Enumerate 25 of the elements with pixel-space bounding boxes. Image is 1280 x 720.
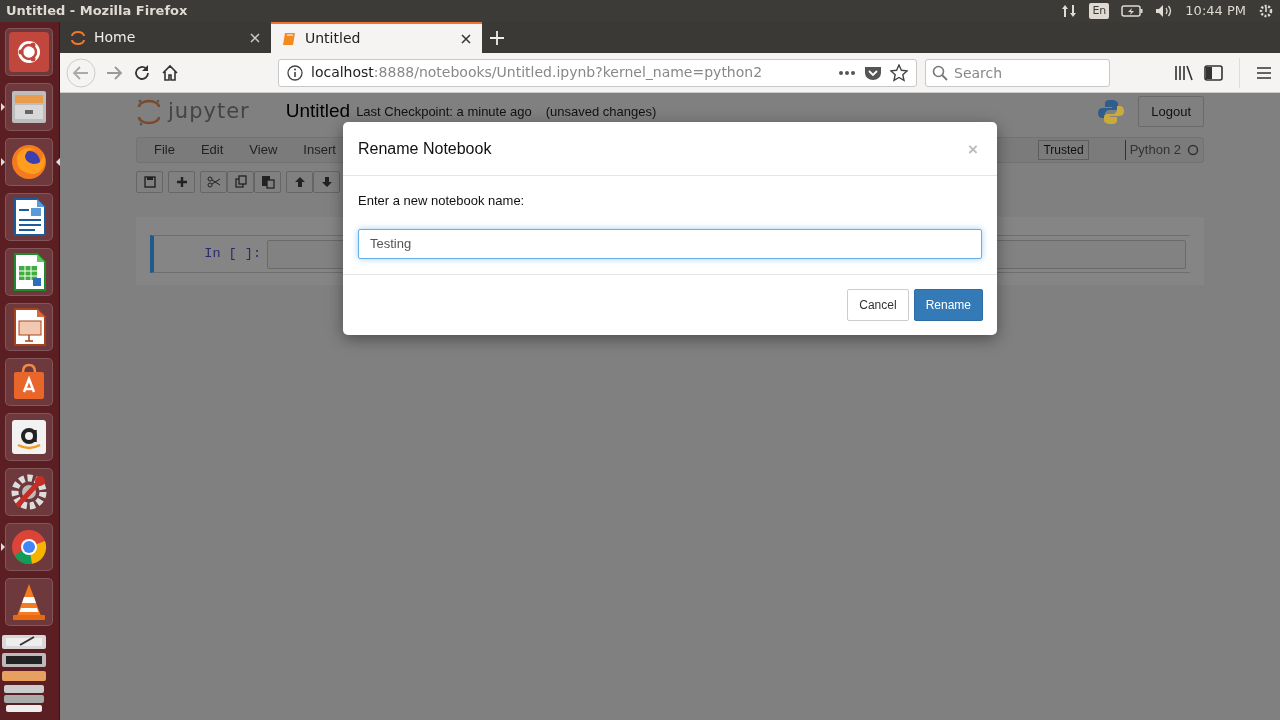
logo-text[interactable]: jupyter — [168, 95, 250, 128]
menu-item[interactable]: Insert — [290, 140, 349, 160]
url-bar[interactable]: localhost:8888/notebooks/Untitled.ipynb?kernel_name=python2 — [278, 58, 917, 87]
trusted-indicator[interactable]: Trusted — [1038, 140, 1089, 160]
menu-item[interactable]: File — [141, 140, 188, 160]
url-text: localhost:8888/notebooks/Untitled.ipynb?kernel_name=python2 — [311, 63, 764, 82]
rename-button[interactable]: Rename — [913, 288, 983, 321]
clock[interactable]: 10:44 PM — [1185, 1, 1246, 21]
keyboard-layout-indicator[interactable]: En — [1089, 2, 1110, 20]
checkpoint-status: Last Checkpoint: a minute ago — [356, 102, 532, 121]
browser-tab[interactable]: Home — [60, 22, 271, 53]
cell-prompt: In [ ]: — [203, 244, 261, 263]
search-field[interactable]: Search — [925, 58, 1110, 87]
save-status: (unsaved changes) — [545, 102, 657, 121]
cancel-button[interactable]: Cancel — [847, 288, 909, 321]
window-title: Untitled - Mozilla Firefox — [6, 2, 188, 21]
field-label: Enter a new notebook name: — [358, 192, 526, 210]
browser-tab[interactable]: Untitled — [271, 22, 482, 53]
notebook-name[interactable]: Untitled — [285, 97, 351, 126]
name-input[interactable]: Testing — [358, 228, 982, 259]
logout-button[interactable]: Logout — [1138, 95, 1204, 128]
menu-item[interactable]: Edit — [187, 140, 237, 160]
menu-item[interactable]: View — [236, 140, 291, 160]
dialog-title: Rename Notebook — [358, 139, 492, 159]
kernel-name[interactable]: Python 2 — [1129, 140, 1181, 160]
